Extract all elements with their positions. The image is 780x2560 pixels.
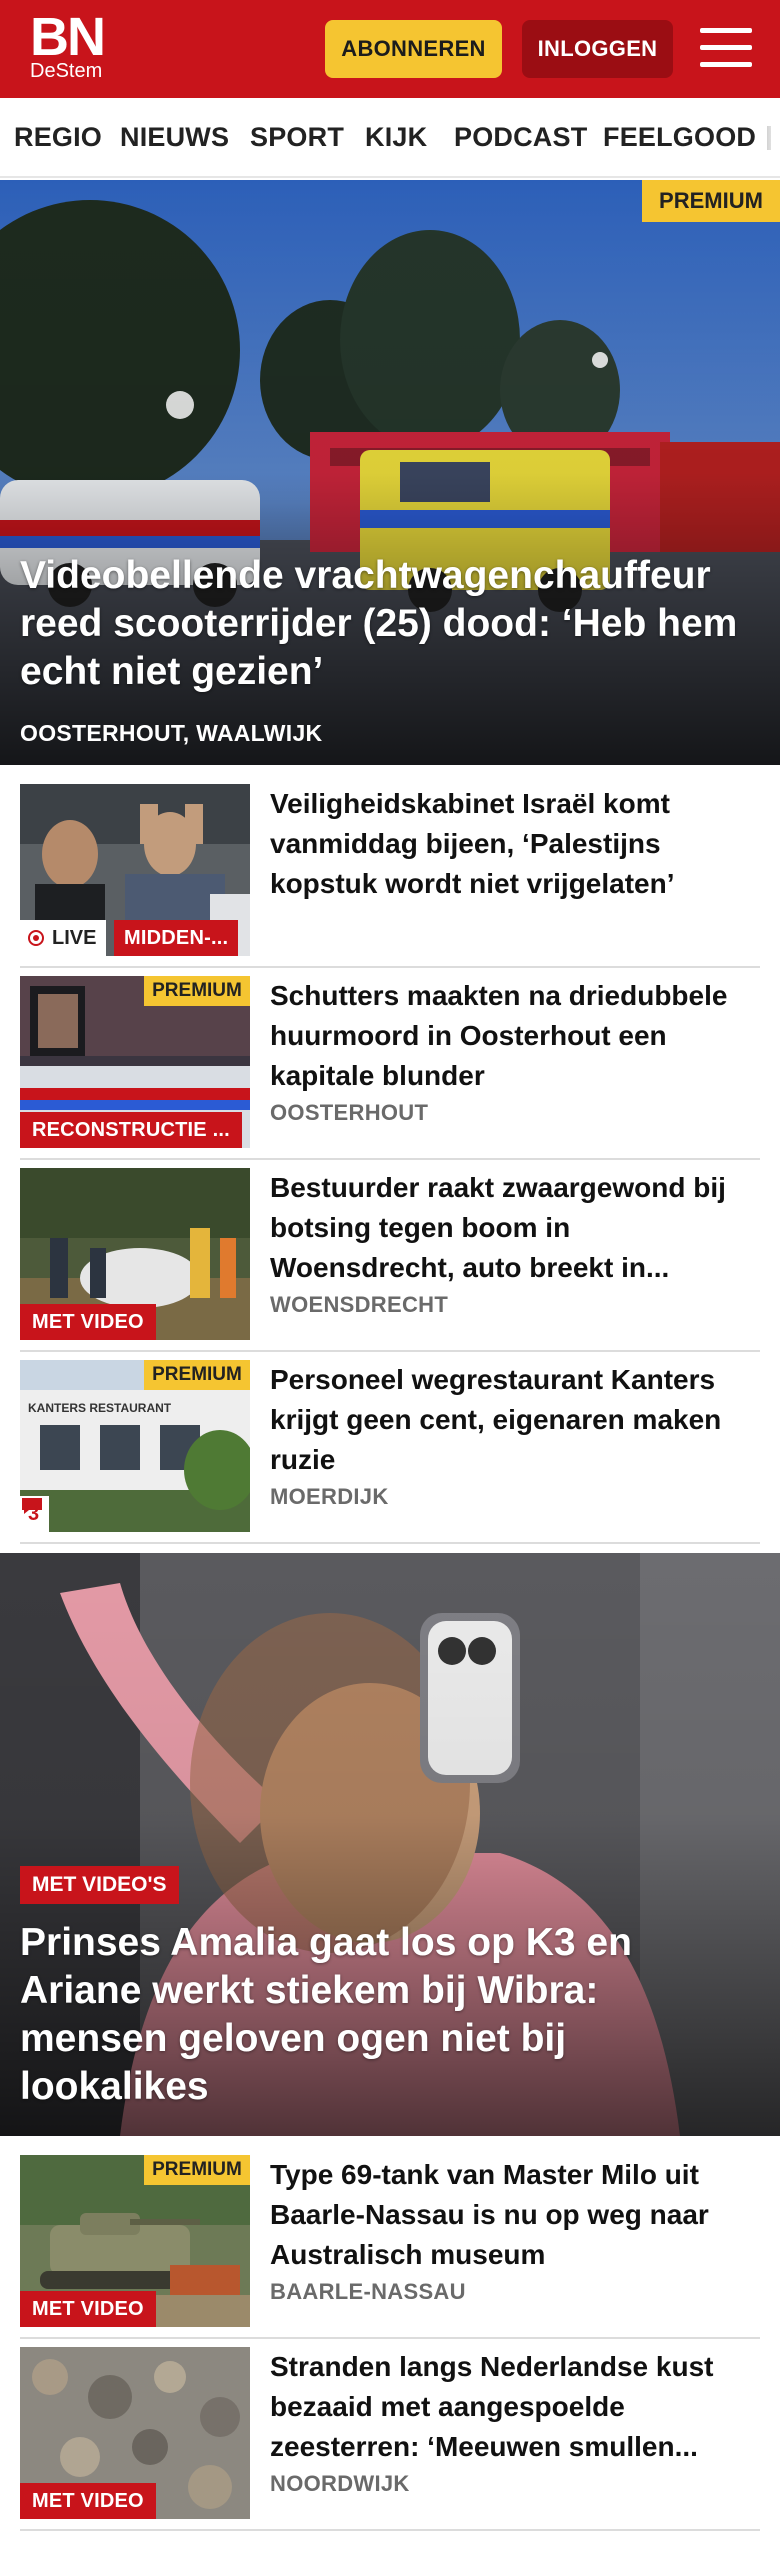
- logo-main: BN: [30, 7, 106, 67]
- hero-title[interactable]: Videobellende vrachtwagenchauffeur reed …: [20, 552, 765, 696]
- nav-item-sport[interactable]: SPORT: [250, 122, 344, 153]
- premium-badge: PREMIUM: [642, 180, 780, 222]
- article-thumbnail: KANTERS RESTAURANT PREMIUM 3: [20, 1360, 250, 1532]
- nav-item-podcast[interactable]: PODCAST: [454, 122, 587, 153]
- login-button[interactable]: INLOGGEN: [522, 20, 673, 78]
- category-label: MET VIDEO: [20, 2483, 156, 2519]
- feature-title[interactable]: Prinses Amalia gaat los op K3 en Ariane …: [20, 1919, 740, 2111]
- article-item[interactable]: MET VIDEO Stranden langs Nederlandse kus…: [20, 2341, 760, 2531]
- article-location: OOSTERHOUT: [270, 1100, 429, 1125]
- nav-item-regio[interactable]: REGIO: [14, 122, 102, 153]
- premium-badge: PREMIUM: [144, 2155, 250, 2185]
- nav-item-kijk[interactable]: KIJK: [365, 122, 427, 153]
- category-label: MET VIDEO: [20, 2291, 156, 2327]
- comment-count-label[interactable]: 3: [20, 1496, 50, 1532]
- nav-item-nieuws[interactable]: NIEUWS: [120, 122, 229, 153]
- article-location: BAARLE-NASSAU: [270, 2279, 466, 2304]
- main-nav: REGIO NIEUWS SPORT KIJK PODCAST FEELGOOD: [0, 98, 780, 178]
- feature-label: MET VIDEO'S: [20, 1866, 179, 1904]
- nav-item-feelgood[interactable]: FEELGOOD: [603, 122, 756, 153]
- category-label: RECONSTRUCTIE ...: [20, 1112, 242, 1148]
- article-title[interactable]: Type 69-tank van Master Milo uit Baarle-…: [270, 2155, 760, 2275]
- article-thumbnail: MET VIDEO: [20, 2347, 250, 2519]
- restaurant-sign-text: KANTERS RESTAURANT: [28, 1401, 172, 1415]
- article-title[interactable]: Personeel wegrestaurant Kanters krijgt g…: [270, 1360, 760, 1480]
- premium-badge: PREMIUM: [144, 976, 250, 1006]
- comment-bubble-icon: [22, 1498, 42, 1514]
- subscribe-button[interactable]: ABONNEREN: [325, 20, 502, 78]
- feature-article[interactable]: MET VIDEO'S Prinses Amalia gaat los op K…: [0, 1553, 780, 2136]
- category-label: MET VIDEO: [20, 1304, 156, 1340]
- article-item[interactable]: KANTERS RESTAURANT PREMIUM 3 Personeel w…: [20, 1354, 760, 1544]
- nav-fade: [760, 98, 780, 176]
- site-header: BN DeStem ABONNEREN INLOGGEN: [0, 0, 780, 98]
- live-label: LIVE: [20, 920, 107, 956]
- article-item[interactable]: LIVE MIDDEN-... Veiligheidskabinet Israë…: [20, 778, 760, 968]
- article-location: MOERDIJK: [270, 1484, 389, 1509]
- article-thumbnail: LIVE MIDDEN-...: [20, 784, 250, 956]
- article-thumbnail: PREMIUM RECONSTRUCTIE ...: [20, 976, 250, 1148]
- article-item[interactable]: MET VIDEO Bestuurder raakt zwaargewond b…: [20, 1162, 760, 1352]
- article-location: NOORDWIJK: [270, 2471, 410, 2496]
- article-location: WOENSDRECHT: [270, 1292, 449, 1317]
- site-logo[interactable]: BN DeStem: [30, 7, 106, 82]
- live-text: LIVE: [52, 926, 97, 949]
- logo-sub: DeStem: [30, 60, 103, 82]
- live-dot-icon: [28, 930, 44, 946]
- premium-badge: PREMIUM: [144, 1360, 250, 1390]
- article-title[interactable]: Schutters maakten na driedubbele huurmoo…: [270, 976, 760, 1096]
- article-item[interactable]: PREMIUM RECONSTRUCTIE ... Schutters maak…: [20, 970, 760, 1160]
- article-title[interactable]: Stranden langs Nederlandse kust bezaaid …: [270, 2347, 760, 2467]
- hero-location: OOSTERHOUT, WAALWIJK: [20, 720, 323, 746]
- hamburger-menu-icon[interactable]: [700, 26, 752, 70]
- article-title[interactable]: Veiligheidskabinet Israël komt vanmiddag…: [270, 784, 760, 904]
- article-thumbnail: PREMIUM MET VIDEO: [20, 2155, 250, 2327]
- article-item[interactable]: PREMIUM MET VIDEO Type 69-tank van Maste…: [20, 2149, 760, 2339]
- article-thumbnail: MET VIDEO: [20, 1168, 250, 1340]
- article-title[interactable]: Bestuurder raakt zwaargewond bij botsing…: [270, 1168, 760, 1288]
- category-label: MIDDEN-...: [114, 920, 239, 956]
- hero-article[interactable]: PREMIUM Videobellende vrachtwagenchauffe…: [0, 180, 780, 765]
